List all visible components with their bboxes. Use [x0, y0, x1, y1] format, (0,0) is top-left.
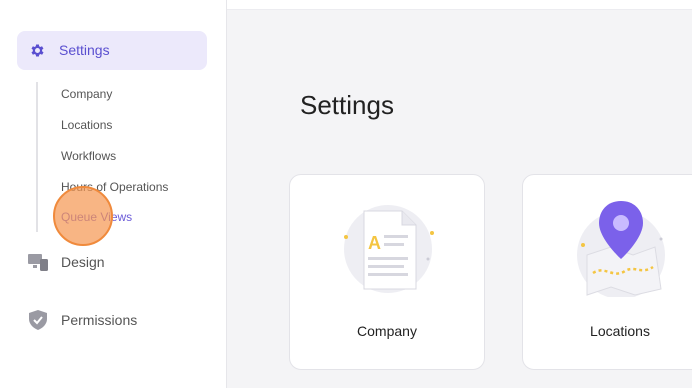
- card-locations[interactable]: Locations: [522, 174, 692, 370]
- subnav-item-workflows[interactable]: Workflows: [61, 149, 116, 163]
- subnav-item-company[interactable]: Company: [61, 87, 112, 101]
- click-indicator: [53, 186, 113, 246]
- card-company[interactable]: A Company: [289, 174, 485, 370]
- card-company-label: Company: [357, 323, 417, 339]
- page-title: Settings: [300, 90, 394, 120]
- card-locations-label: Locations: [590, 323, 650, 339]
- subnav-line: [36, 82, 38, 232]
- subnav-item-locations[interactable]: Locations: [61, 118, 112, 132]
- sidebar-item-design-label: Design: [61, 254, 105, 270]
- shield-icon: [29, 310, 47, 330]
- sidebar-item-permissions-label: Permissions: [61, 312, 138, 328]
- gear-icon: [31, 44, 44, 57]
- sidebar: Settings Company Locations Workflows Hou…: [0, 0, 227, 388]
- sidebar-item-settings-label: Settings: [59, 42, 110, 58]
- sidebar-item-settings[interactable]: Settings: [17, 31, 207, 70]
- svg-text:A: A: [368, 233, 381, 253]
- document-icon: A: [344, 205, 434, 293]
- sidebar-item-permissions[interactable]: Permissions: [27, 309, 137, 331]
- map-pin-icon: [577, 201, 665, 297]
- monitor-icon: [28, 254, 48, 271]
- sidebar-item-design[interactable]: Design: [27, 252, 105, 272]
